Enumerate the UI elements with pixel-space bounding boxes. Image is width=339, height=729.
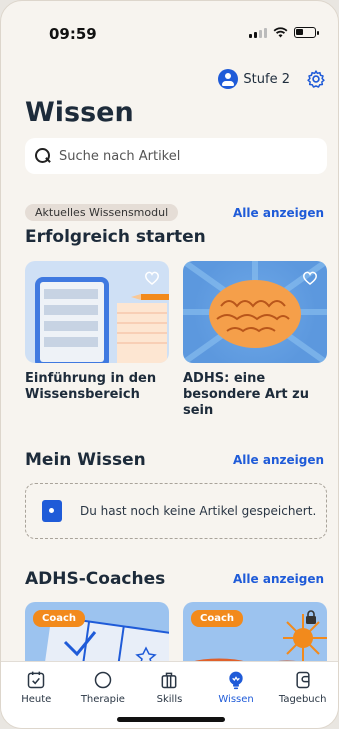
calendar-check-icon [28,671,45,689]
signal-icon [249,27,267,38]
article-card-image [183,261,327,363]
see-all-current-module-link[interactable]: Alle anzeigen [233,206,324,220]
status-time: 09:59 [49,25,97,43]
tab-label: Wissen [218,694,254,705]
see-all-my-knowledge-link[interactable]: Alle anzeigen [233,453,324,467]
level-label: Stufe 2 [243,71,290,87]
home-indicator [117,717,225,722]
circle-icon [94,671,112,689]
battery-icon [294,27,319,38]
tab-wissen[interactable]: Wissen [204,670,268,705]
search-icon [35,148,51,164]
level-indicator[interactable]: Stufe 2 [218,69,290,89]
current-module-header: Aktuelles Wissensmodul Alle anzeigen [25,204,324,221]
article-card-image [25,261,169,363]
gear-icon[interactable] [306,69,326,89]
tab-label: Skills [156,694,183,705]
avatar-icon [218,69,239,89]
empty-saved-articles: Du hast noch keine Artikel gespeichert. [25,483,327,539]
phone-screen: 09:59 Stufe 2 Wissen Aktuelles Wissensmo… [0,0,339,729]
empty-state-text: Du hast noch keine Artikel gespeichert. [80,504,317,518]
search-bar[interactable] [25,138,327,174]
page-title: Wissen [25,97,134,128]
journal-icon [296,671,310,689]
heart-outline-icon[interactable] [301,269,319,287]
briefcase-icon [162,672,177,689]
lock-icon [306,610,316,624]
tab-skills[interactable]: Skills [137,670,201,705]
status-bar: 09:59 [1,1,338,45]
my-knowledge-header: Mein Wissen Alle anzeigen [25,450,324,470]
status-icons [249,27,319,38]
article-card-adhs[interactable]: ADHS: eine besondere Art zu sein [183,261,327,419]
current-module-chip: Aktuelles Wissensmodul [25,204,179,221]
tab-tagebuch[interactable]: Tagebuch [271,670,335,705]
see-all-coaches-link[interactable]: Alle anzeigen [233,572,324,586]
heart-outline-icon[interactable] [143,269,161,287]
journal-icon [42,500,62,522]
search-input[interactable] [59,148,309,164]
my-knowledge-title: Mein Wissen [25,450,146,470]
coaches-header: ADHS-Coaches Alle anzeigen [25,569,324,589]
article-card-title: Einführung in den Wissensbereich [25,371,157,402]
tab-label: Tagebuch [278,694,327,705]
lightbulb-icon [229,671,243,690]
coaches-title: ADHS-Coaches [25,569,166,589]
header-actions: Stufe 2 [218,69,326,89]
current-module-title: Erfolgreich starten [25,227,206,247]
tab-label: Heute [21,694,52,705]
article-card-title: ADHS: eine besondere Art zu sein [183,371,309,418]
bottom-tab-bar: Heute Therapie Skills Wissen Tagebuch [1,661,338,728]
tab-heute[interactable]: Heute [4,670,68,705]
wifi-icon [273,27,288,38]
coach-badge: Coach [33,610,86,627]
article-card-intro[interactable]: Einführung in den Wissensbereich [25,261,169,403]
coach-badge: Coach [191,610,244,627]
tab-therapie[interactable]: Therapie [71,670,135,705]
tab-label: Therapie [80,694,125,705]
